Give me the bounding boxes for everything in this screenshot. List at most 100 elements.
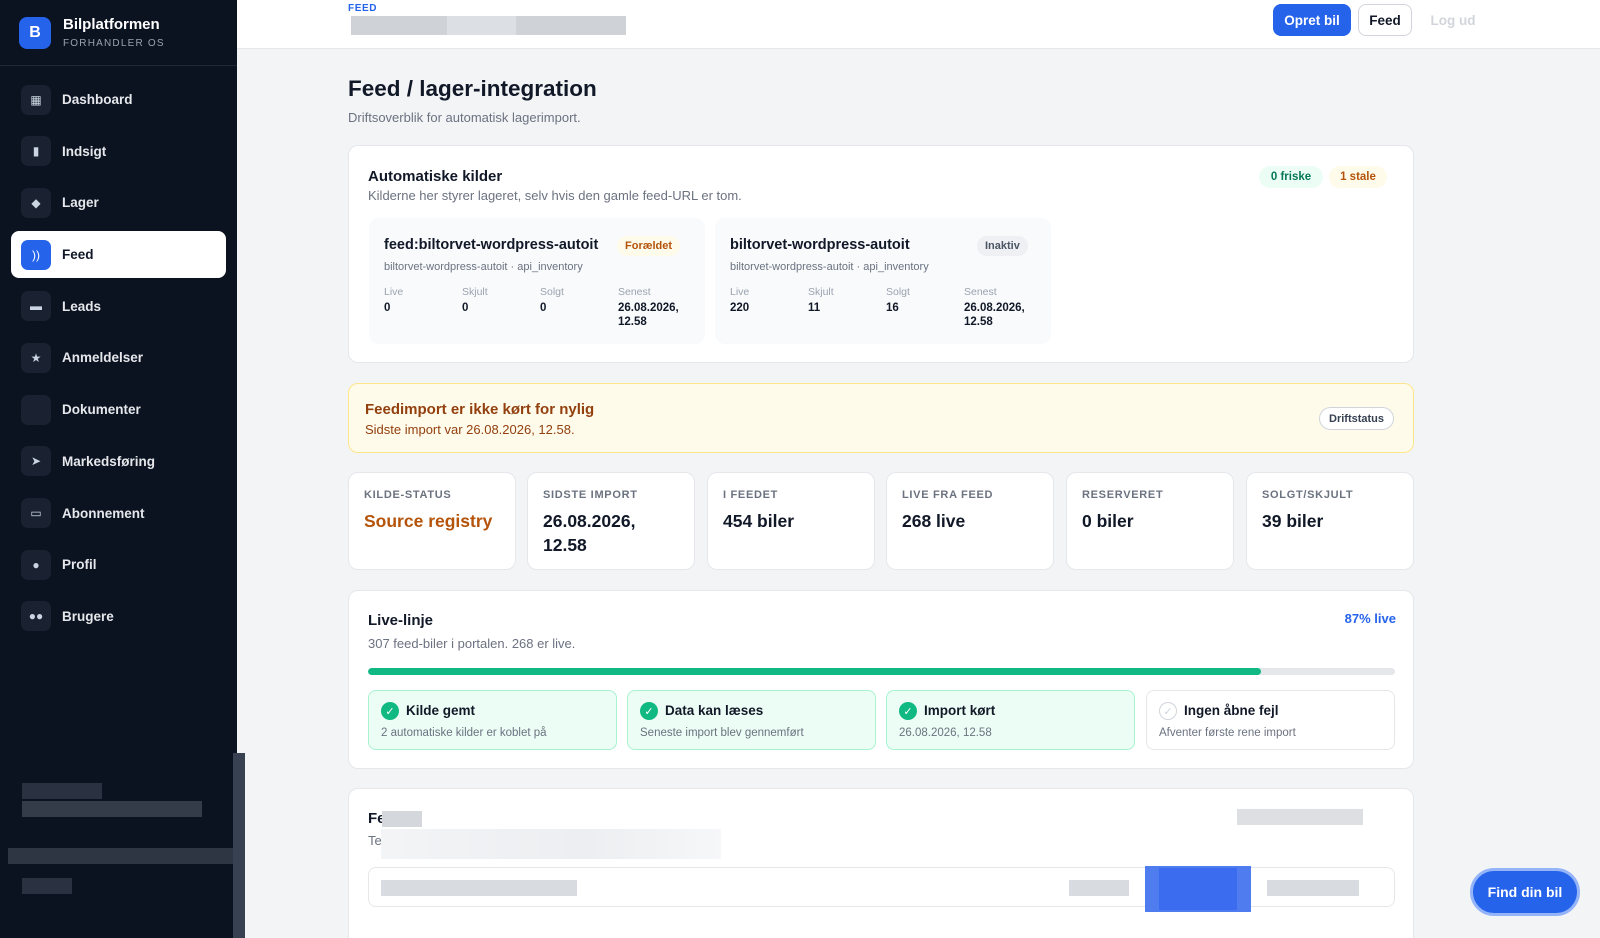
step-subtitle: Seneste import blev gennemført (640, 727, 804, 739)
kpi-card: RESERVERET 0 biler (1066, 472, 1234, 570)
sidebar-item-dashboard[interactable]: ▦ Dashboard (11, 76, 226, 123)
sidebar-item-label: Indsigt (62, 143, 107, 159)
step-no-open-errors: ✓ Ingen åbne fejl Afventer første rene i… (1146, 690, 1395, 750)
sidebar-nav: ▦ Dashboard ▮ Indsigt ◆ Lager )) Feed ▬ … (0, 66, 237, 655)
import-warning-alert: Feedimport er ikke kørt for nylig Sidste… (348, 383, 1414, 453)
sidebar: B Bilplatformen FORHANDLER OS ▦ Dashboar… (0, 0, 245, 938)
stale-count-badge: 1 stale (1329, 166, 1387, 188)
step-title: Import kørt (924, 703, 996, 718)
card-icon: ▭ (21, 498, 51, 528)
kpi-label: SOLGT/SKJULT (1262, 489, 1354, 501)
section-subtitle-fragment: Te (368, 833, 382, 848)
alert-title: Feedimport er ikke kørt for nylig (365, 401, 595, 418)
step-title: Data kan læses (665, 703, 764, 718)
source-status-badge: Forældet (617, 236, 681, 256)
redacted-row (368, 866, 1395, 912)
sidebar-item-label: Profil (62, 557, 97, 573)
sidebar-item-indsigt[interactable]: ▮ Indsigt (11, 128, 226, 175)
step-subtitle: 2 automatiske kilder er koblet på (381, 727, 547, 739)
topbar-eyebrow: FEED (348, 3, 378, 14)
check-icon: ✓ (640, 702, 658, 720)
source-stat: Senest 26.08.2026, 12.58 (964, 286, 1025, 328)
kpi-card: LIVE FRA FEED 268 live (886, 472, 1054, 570)
send-icon: ➤ (21, 446, 51, 477)
bar-chart-icon: ▮ (21, 136, 51, 167)
kpi-value: Source registry (364, 511, 493, 531)
topbar-title-redacted (351, 16, 626, 35)
sidebar-item-label: Brugere (62, 608, 114, 624)
step-title: Ingen åbne fejl (1184, 703, 1279, 718)
dashboard-icon: ▦ (21, 84, 51, 115)
step-subtitle: Afventer første rene import (1159, 727, 1296, 739)
users-icon: ●● (21, 601, 51, 632)
document-icon (21, 394, 51, 425)
kpi-label: I FEEDET (723, 489, 779, 501)
sidebar-item-label: Markedsføring (62, 453, 156, 469)
step-import-run: ✓ Import kørt 26.08.2026, 12.58 (886, 690, 1135, 750)
sidebar-item-dokumenter[interactable]: Dokumenter (11, 386, 226, 433)
find-car-button[interactable]: Find din bil (1470, 868, 1580, 916)
live-progress-bar (368, 668, 1395, 675)
redacted-button[interactable] (1159, 868, 1237, 910)
sidebar-item-abonnement[interactable]: ▭ Abonnement (11, 490, 226, 537)
sidebar-item-label: Dokumenter (62, 402, 141, 418)
kpi-value: 0 biler (1082, 511, 1134, 531)
source-stat: Skjult 11 (808, 286, 834, 314)
sources-card: Automatiske kilder Kilderne her styrer l… (348, 145, 1414, 363)
sidebar-item-leads[interactable]: ▬ Leads (11, 283, 226, 330)
source-stat: Senest 26.08.2026, 12.58 (618, 286, 679, 328)
source-card[interactable]: biltorvet-wordpress-autoit Inaktiv bilto… (715, 218, 1051, 344)
kpi-label: RESERVERET (1082, 489, 1164, 501)
kpi-label: LIVE FRA FEED (902, 489, 994, 501)
page-title: Feed / lager-integration (348, 76, 597, 101)
brand-logo[interactable]: B (19, 16, 51, 49)
source-name: feed:biltorvet-wordpress-autoit (384, 237, 599, 253)
live-progress-fill (368, 668, 1262, 675)
chat-icon: ▬ (21, 291, 51, 322)
sidebar-item-lager[interactable]: ◆ Lager (11, 179, 226, 226)
kpi-value: 26.08.2026, 12.58 (543, 511, 636, 555)
kpi-card: SOLGT/SKJULT 39 biler (1246, 472, 1414, 570)
step-subtitle: 26.08.2026, 12.58 (899, 727, 992, 739)
sidebar-item-anmeldelser[interactable]: ★ Anmeldelser (11, 334, 226, 381)
kpi-card: SIDSTE IMPORT 26.08.2026, 12.58 (527, 472, 695, 570)
check-icon: ✓ (1159, 702, 1177, 720)
live-line-card: Live-linje 307 feed-biler i portalen. 26… (348, 590, 1414, 769)
step-source-saved: ✓ Kilde gemt 2 automatiske kilder er kob… (368, 690, 617, 750)
redacted-action (1237, 809, 1363, 825)
create-car-button[interactable]: Opret bil (1273, 4, 1351, 36)
check-icon: ✓ (899, 702, 917, 720)
kpi-row: KILDE-STATUS Source registry SIDSTE IMPO… (348, 472, 1414, 570)
live-percent: 87% live (1344, 611, 1396, 626)
sources-title: Automatiske kilder (368, 168, 503, 185)
kpi-value: 454 biler (723, 511, 795, 531)
kpi-value: 39 biler (1262, 511, 1324, 531)
sidebar-item-label: Abonnement (62, 505, 145, 521)
logout-button[interactable]: Log ud (1422, 4, 1484, 36)
step-data-readable: ✓ Data kan læses Seneste import blev gen… (627, 690, 876, 750)
source-stat: Solgt 16 (886, 286, 910, 314)
fresh-count-badge: 0 friske (1259, 166, 1323, 188)
source-stat: Skjult 0 (462, 286, 488, 314)
sidebar-item-brugere[interactable]: ●● Brugere (11, 593, 226, 640)
sidebar-item-profil[interactable]: ● Profil (11, 541, 226, 588)
live-subtitle: 307 feed-biler i portalen. 268 er live. (368, 636, 576, 651)
source-card[interactable]: feed:biltorvet-wordpress-autoit Forældet… (369, 218, 705, 344)
sidebar-item-label: Anmeldelser (62, 350, 144, 366)
sources-subtitle: Kilderne her styrer lageret, selv hvis d… (368, 188, 742, 203)
sidebar-item-markedsforing[interactable]: ➤ Markedsføring (11, 438, 226, 485)
source-meta: biltorvet-wordpress-autoit · api_invento… (384, 261, 583, 273)
source-name: biltorvet-wordpress-autoit (730, 237, 910, 253)
feed-details-card: Fe Te (348, 788, 1414, 938)
sidebar-item-feed[interactable]: )) Feed (11, 231, 226, 279)
kpi-label: SIDSTE IMPORT (543, 489, 638, 501)
star-icon: ★ (21, 342, 51, 373)
sidebar-scrollbar[interactable] (233, 753, 245, 938)
feed-button[interactable]: Feed (1358, 4, 1412, 36)
check-icon: ✓ (381, 702, 399, 720)
sidebar-item-label: Feed (62, 247, 94, 263)
page-subtitle: Driftsoverblik for automatisk lagerimpor… (348, 110, 581, 125)
sidebar-item-label: Dashboard (62, 92, 133, 107)
kpi-card: KILDE-STATUS Source registry (348, 472, 516, 570)
source-status-badge: Inaktiv (977, 236, 1028, 256)
